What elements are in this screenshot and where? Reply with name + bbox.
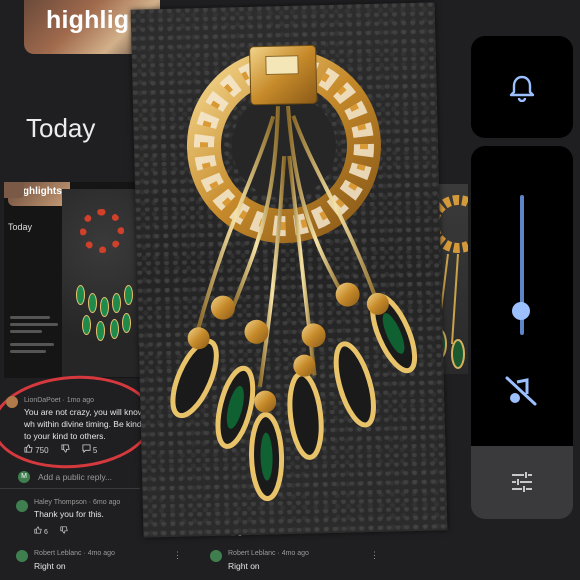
reply-avatar: [16, 550, 28, 562]
mini-emerald: [122, 313, 131, 333]
thumbs-up-icon: [34, 526, 42, 534]
like-button[interactable]: 750: [24, 444, 49, 455]
mini-emerald: [96, 321, 105, 341]
more-options-icon[interactable]: ⋮: [370, 550, 379, 561]
user-avatar: M: [18, 471, 30, 483]
mini-emerald: [100, 297, 109, 317]
embedded-screenshot: highlights Today: [4, 182, 146, 378]
mini-brooch-ring: [80, 209, 124, 253]
thumbs-up-icon: [24, 444, 33, 453]
sound-settings-button[interactable]: [471, 446, 573, 519]
mini-emerald: [110, 319, 119, 339]
mini-avatar-strip: [4, 182, 24, 198]
reply-avatar: [210, 550, 222, 562]
notification-mode-button[interactable]: [471, 36, 573, 138]
mini-emerald: [76, 285, 85, 305]
comment-author: LionDaPoet · 1mo ago: [24, 397, 95, 404]
thumbs-down-icon: [60, 526, 68, 534]
reply-text: Thank you for this.: [34, 509, 104, 519]
reply-actions: 6: [34, 526, 68, 536]
like-count: 750: [35, 446, 49, 455]
brooch-photo: [130, 2, 448, 538]
mini-emerald: [82, 315, 91, 335]
mini-comment-lines: [10, 312, 58, 357]
section-today-label: Today: [26, 113, 96, 143]
reply-author: Haley Thompson · 6mo ago: [34, 499, 121, 506]
mini-emerald: [112, 293, 121, 313]
sliders-icon: [512, 472, 532, 492]
reply-input[interactable]: Add a public reply...: [38, 472, 112, 482]
mini-emerald: [88, 293, 97, 313]
commenter-avatar: [6, 396, 18, 408]
media-mute-button[interactable]: [503, 374, 539, 413]
reply-dislike-button[interactable]: [60, 526, 68, 536]
mini-today-label: Today: [8, 222, 33, 232]
divider: [0, 488, 140, 489]
brooch-illustration: [170, 44, 418, 502]
reply-author: Robert Leblanc · 4mo ago: [228, 550, 309, 557]
reply-text: Right on: [228, 561, 260, 571]
reply-text: Right on: [34, 561, 66, 571]
more-options-icon[interactable]: ⋮: [173, 550, 182, 561]
dislike-button[interactable]: [61, 444, 70, 455]
replies-button[interactable]: 5: [82, 444, 98, 455]
reply-like-count: 6: [43, 529, 48, 536]
reply-like-button[interactable]: 6: [34, 526, 48, 536]
bell-icon: [509, 75, 535, 102]
mini-brooch-photo: [62, 189, 146, 377]
thumbs-down-icon: [61, 444, 70, 453]
reply-count: 5: [92, 446, 98, 455]
comment-text: You are not crazy, you will know wh with…: [24, 407, 145, 441]
mini-emerald: [124, 285, 133, 305]
reply-author: Robert Leblanc · 4mo ago: [34, 550, 115, 557]
reply-avatar: [16, 500, 28, 512]
music-off-icon: [505, 376, 537, 406]
comment-icon: [82, 444, 91, 454]
comment-actions: 750 5: [24, 444, 97, 455]
